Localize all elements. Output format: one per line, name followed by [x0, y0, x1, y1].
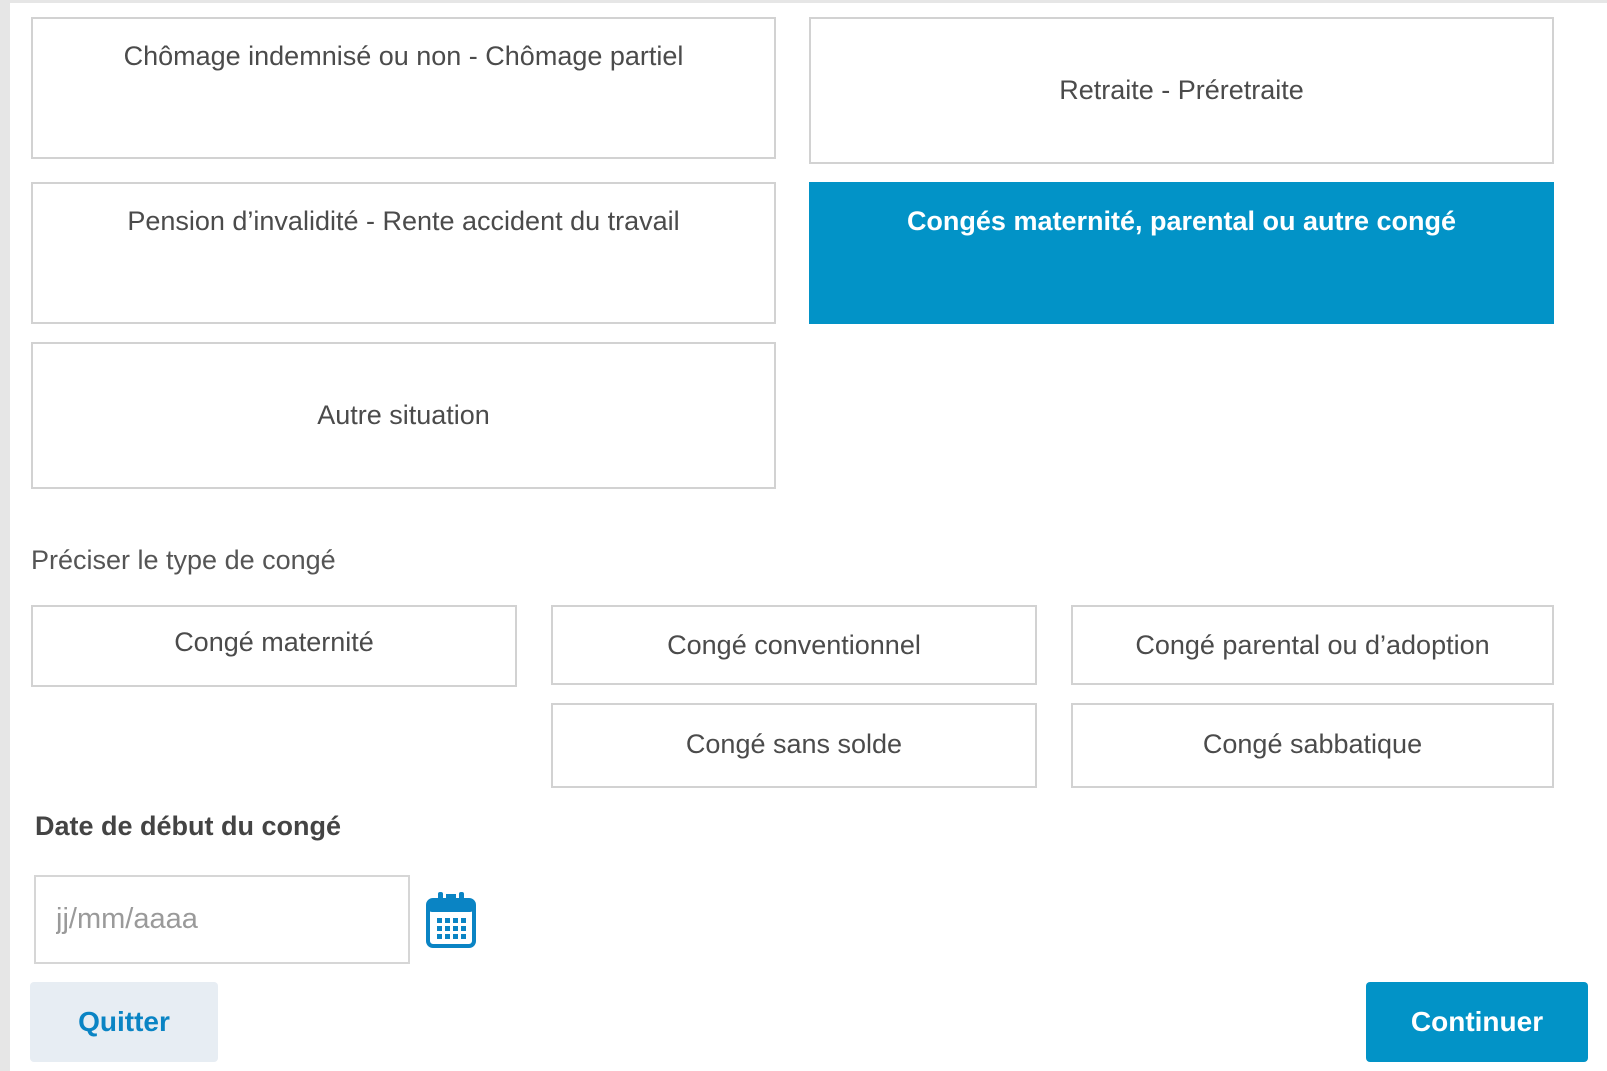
leave-option-parental-label: Congé parental ou d’adoption — [1135, 630, 1490, 660]
leave-option-sans-solde[interactable]: Congé sans solde — [551, 703, 1037, 788]
option-chomage-label: Chômage indemnisé ou non - Chômage parti… — [123, 41, 684, 71]
option-conges-label: Congés maternité, parental ou autre cong… — [906, 206, 1457, 236]
leave-option-sabbatique-label: Congé sabbatique — [1202, 729, 1423, 759]
calendar-icon[interactable] — [425, 890, 477, 950]
leave-option-sabbatique[interactable]: Congé sabbatique — [1071, 703, 1554, 788]
option-invalidite-label: Pension d’invalidité - Rente accident du… — [127, 206, 680, 236]
leave-option-conventionnel-label: Congé conventionnel — [667, 630, 921, 660]
option-retraite-label: Retraite - Préretraite — [1059, 75, 1304, 105]
option-retraite[interactable]: Retraite - Préretraite — [809, 17, 1554, 164]
option-conges-selected[interactable]: Congés maternité, parental ou autre cong… — [809, 182, 1554, 324]
quit-button[interactable]: Quitter — [30, 982, 218, 1062]
option-invalidite[interactable]: Pension d’invalidité - Rente accident du… — [31, 182, 776, 324]
start-date-label: Date de début du congé — [35, 811, 342, 841]
leave-option-maternite-label: Congé maternité — [174, 627, 374, 657]
option-autre-situation[interactable]: Autre situation — [31, 342, 776, 489]
leave-option-maternite[interactable]: Congé maternité — [31, 605, 517, 687]
start-date-input[interactable] — [34, 875, 410, 964]
leave-type-label: Préciser le type de congé — [31, 545, 336, 575]
continue-button[interactable]: Continuer — [1366, 982, 1588, 1062]
option-autre-label: Autre situation — [317, 400, 490, 430]
option-chomage[interactable]: Chômage indemnisé ou non - Chômage parti… — [31, 17, 776, 159]
leave-option-sans-solde-label: Congé sans solde — [685, 729, 903, 759]
leave-option-conventionnel[interactable]: Congé conventionnel — [551, 605, 1037, 685]
leave-option-parental[interactable]: Congé parental ou d’adoption — [1071, 605, 1554, 685]
